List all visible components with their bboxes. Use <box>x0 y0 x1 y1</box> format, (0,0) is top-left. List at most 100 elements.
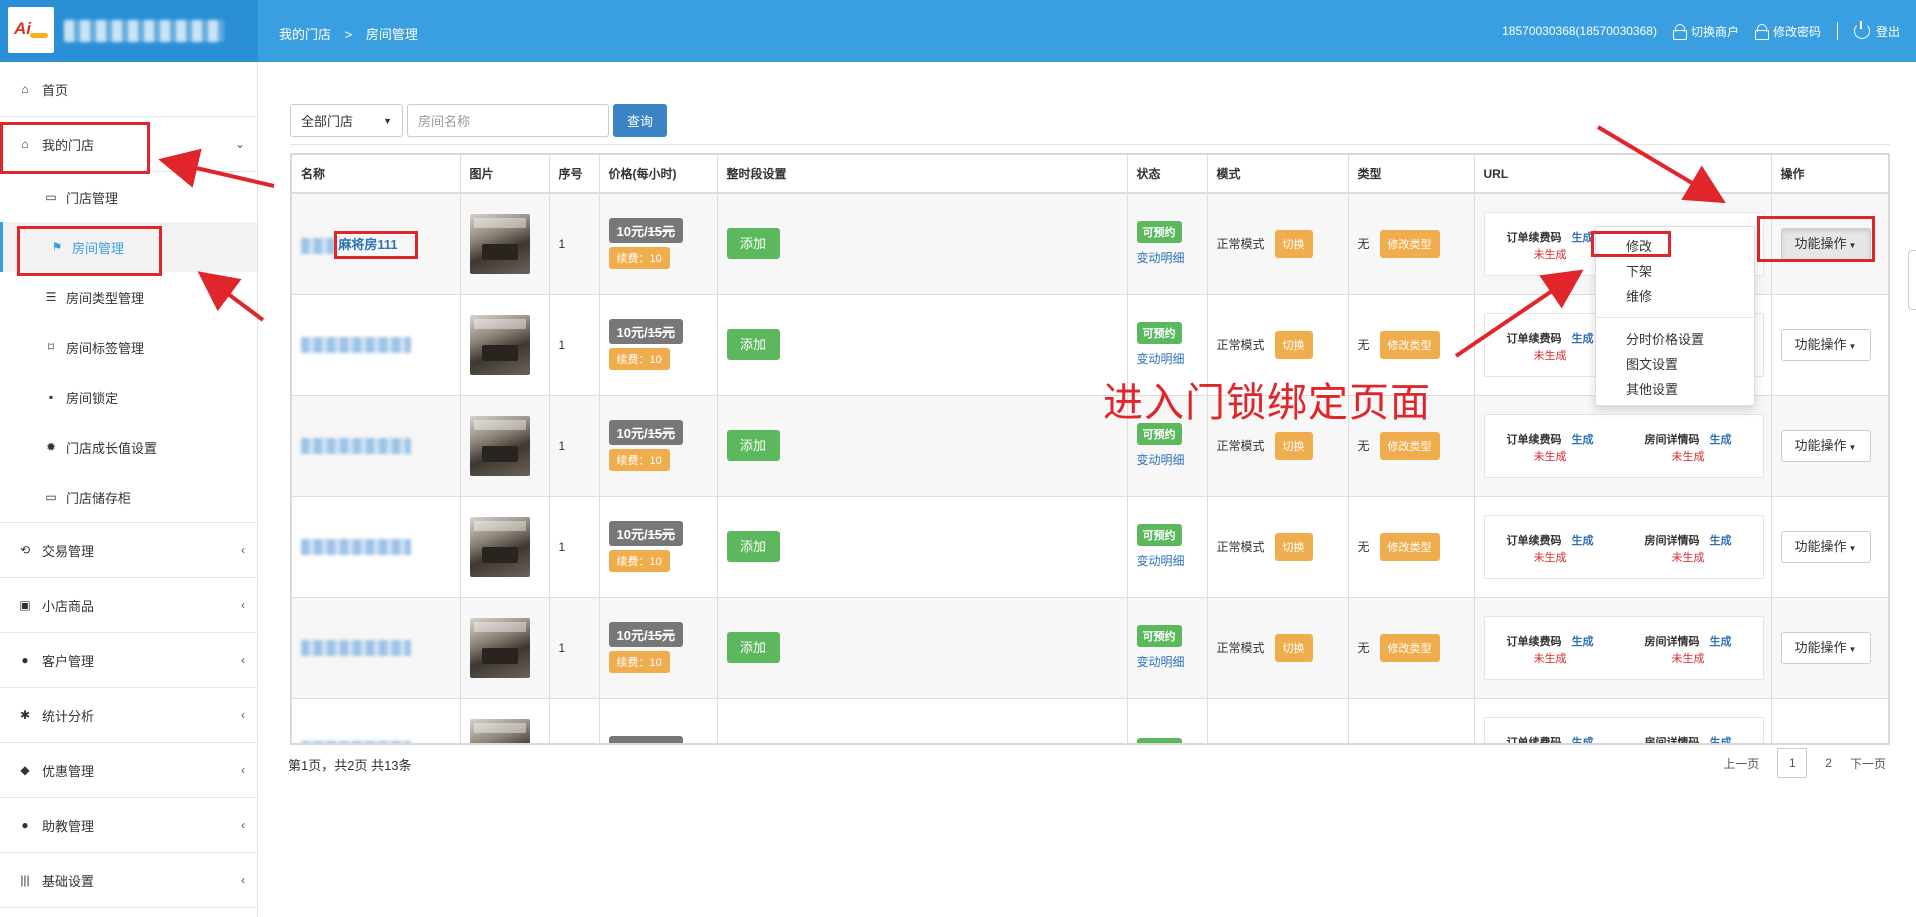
cell-image <box>460 597 550 699</box>
sidebar-item-goods[interactable]: ▣ 小店商品 ‹ <box>0 578 257 633</box>
switch-mode-button[interactable]: 切换 <box>1274 229 1313 258</box>
logout-button[interactable]: 登出 <box>1853 21 1900 40</box>
add-period-button[interactable]: 添加 <box>726 430 780 461</box>
sidebar-item-customer[interactable]: ● 客户管理 ‹ <box>0 633 257 688</box>
chevron-left-icon: ‹ <box>241 818 245 832</box>
sidebar-item-assistant[interactable]: ● 助教管理 ‹ <box>0 798 257 853</box>
table-row: 1 10元/15元 续费：10 添加 可预约 变动明细 正常模式 切换无修改类型 订单续费码 生成… <box>292 597 1888 699</box>
menu-item-time-price[interactable]: 分时价格设置 <box>1596 326 1754 351</box>
room-thumbnail[interactable] <box>469 314 530 375</box>
modify-type-button[interactable]: 修改类型 <box>1379 532 1440 561</box>
table-row: 10元/15元 可预约 订单续费码生成 房间详情码生成 <box>292 698 1888 744</box>
function-action-button[interactable]: 功能操作 ▼ <box>1780 429 1871 462</box>
generate-link[interactable]: 生成 <box>1572 434 1594 446</box>
add-period-button[interactable]: 添加 <box>726 632 780 663</box>
sidebar-item-growth[interactable]: ✹ 门店成长值设置 <box>0 422 257 472</box>
room-name-blurred[interactable] <box>301 740 411 743</box>
switch-merchant-button[interactable]: 切换商户 <box>1672 23 1739 40</box>
room-name-blurred[interactable] <box>301 336 411 353</box>
menu-item-offline[interactable]: 下架 <box>1596 258 1754 283</box>
store-select[interactable]: 全部门店 ▼ <box>290 104 403 137</box>
generate-link[interactable]: 生成 <box>1710 434 1732 446</box>
cell-seq: 1 <box>549 294 600 396</box>
change-detail-link[interactable]: 变动明细 <box>1137 451 1207 468</box>
room-thumbnail[interactable] <box>469 718 530 743</box>
sidebar-item-room-type[interactable]: ☰ 房间类型管理 <box>0 272 257 322</box>
generate-link[interactable]: 生成 <box>1710 535 1732 547</box>
chevron-left-icon: ‹ <box>241 653 245 667</box>
breadcrumb-store[interactable]: 我的门店 <box>279 27 331 42</box>
price-badge: 10元/15元 <box>608 736 684 743</box>
chevron-left-icon: ‹ <box>241 873 245 887</box>
change-detail-link[interactable]: 变动明细 <box>1137 350 1207 367</box>
add-period-button[interactable]: 添加 <box>726 228 780 260</box>
switch-mode-button[interactable]: 切换 <box>1274 532 1313 561</box>
function-action-button[interactable]: 功能操作 ▼ <box>1780 631 1871 664</box>
generate-link[interactable]: 生成 <box>1710 737 1732 744</box>
sidebar-item-locker[interactable]: ▭ 门店储存柜 <box>0 472 257 522</box>
price-badge: 10元/15元 <box>608 521 684 546</box>
cell-name <box>292 496 461 598</box>
modify-type-button[interactable]: 修改类型 <box>1379 633 1440 662</box>
change-password-button[interactable]: 修改密码 <box>1754 23 1821 40</box>
generate-link[interactable]: 生成 <box>1572 535 1594 547</box>
column-header: 类型 <box>1348 155 1475 194</box>
query-button[interactable]: 查询 <box>613 104 667 137</box>
page-1-button[interactable]: 1 <box>1777 748 1808 778</box>
switch-mode-button[interactable]: 切换 <box>1274 431 1313 460</box>
room-name-blurred[interactable] <box>301 437 411 454</box>
column-header: 操作 <box>1771 155 1888 194</box>
cell-name <box>292 294 461 396</box>
change-detail-link[interactable]: 变动明细 <box>1137 249 1207 266</box>
divider <box>1836 22 1838 40</box>
column-header: 图片 <box>460 155 550 194</box>
side-scroll-handle[interactable] <box>1908 250 1916 310</box>
function-action-button[interactable]: 功能操作 ▼ <box>1780 530 1871 563</box>
sidebar-item-home[interactable]: ⌂ 首页 <box>0 62 257 117</box>
menu-item-repair[interactable]: 维修 <box>1596 283 1754 308</box>
generate-link[interactable]: 生成 <box>1572 737 1594 744</box>
sidebar-item-store-manage[interactable]: ▭ 门店管理 <box>0 172 257 222</box>
logo[interactable]: Ai <box>8 7 54 53</box>
change-detail-link[interactable]: 变动明细 <box>1137 653 1207 670</box>
room-detail-code: 房间详情码 生成 <box>1645 734 1732 744</box>
room-thumbnail[interactable] <box>469 213 530 274</box>
switch-mode-button[interactable]: 切换 <box>1274 633 1313 662</box>
room-thumbnail[interactable] <box>469 415 530 476</box>
room-thumbnail[interactable] <box>469 516 530 577</box>
sidebar-item-discount[interactable]: ◆ 优惠管理 ‹ <box>0 743 257 798</box>
menu-item-media-settings[interactable]: 图文设置 <box>1596 351 1754 376</box>
sidebar-item-room-lock[interactable]: ▪ 房间锁定 <box>0 372 257 422</box>
refresh-icon: ⟲ <box>19 543 31 557</box>
function-action-button[interactable]: 功能操作 ▼ <box>1780 328 1871 361</box>
change-detail-link[interactable]: 变动明细 <box>1137 552 1207 569</box>
modify-type-button[interactable]: 修改类型 <box>1379 330 1440 359</box>
cell-image <box>460 496 550 598</box>
prev-page-button[interactable]: 上一页 <box>1723 755 1759 772</box>
user-icon: ● <box>21 653 29 667</box>
menu-item-other-settings[interactable]: 其他设置 <box>1596 376 1754 401</box>
next-page-button[interactable]: 下一页 <box>1850 755 1886 772</box>
cell-name <box>292 698 461 743</box>
room-name-blurred[interactable] <box>301 639 411 656</box>
generate-link[interactable]: 生成 <box>1572 333 1594 345</box>
price-badge: 10元/15元 <box>608 218 684 244</box>
add-period-button[interactable]: 添加 <box>726 531 780 562</box>
room-name-blurred[interactable] <box>301 538 411 555</box>
sidebar-item-basic-settings[interactable]: ||| 基础设置 ‹ <box>0 853 257 908</box>
chevron-down-icon: ⌄ <box>234 137 245 151</box>
switch-mode-button[interactable]: 切换 <box>1274 330 1313 359</box>
sidebar-item-room-tag[interactable]: ⌑ 房间标签管理 <box>0 322 257 372</box>
sidebar-item-trade[interactable]: ⟲ 交易管理 ‹ <box>0 523 257 578</box>
inbox-icon: ▭ <box>45 190 57 204</box>
add-period-button[interactable]: 添加 <box>726 329 780 360</box>
modify-type-button[interactable]: 修改类型 <box>1379 229 1440 258</box>
page-2-button[interactable]: 2 <box>1825 756 1832 770</box>
generate-link[interactable]: 生成 <box>1710 636 1732 648</box>
room-name-input[interactable]: 房间名称 <box>407 104 609 137</box>
column-header: URL <box>1474 155 1772 194</box>
room-thumbnail[interactable] <box>469 617 530 678</box>
generate-link[interactable]: 生成 <box>1572 636 1594 648</box>
modify-type-button[interactable]: 修改类型 <box>1379 431 1440 460</box>
sidebar-item-stats[interactable]: ✱ 统计分析 ‹ <box>0 688 257 743</box>
